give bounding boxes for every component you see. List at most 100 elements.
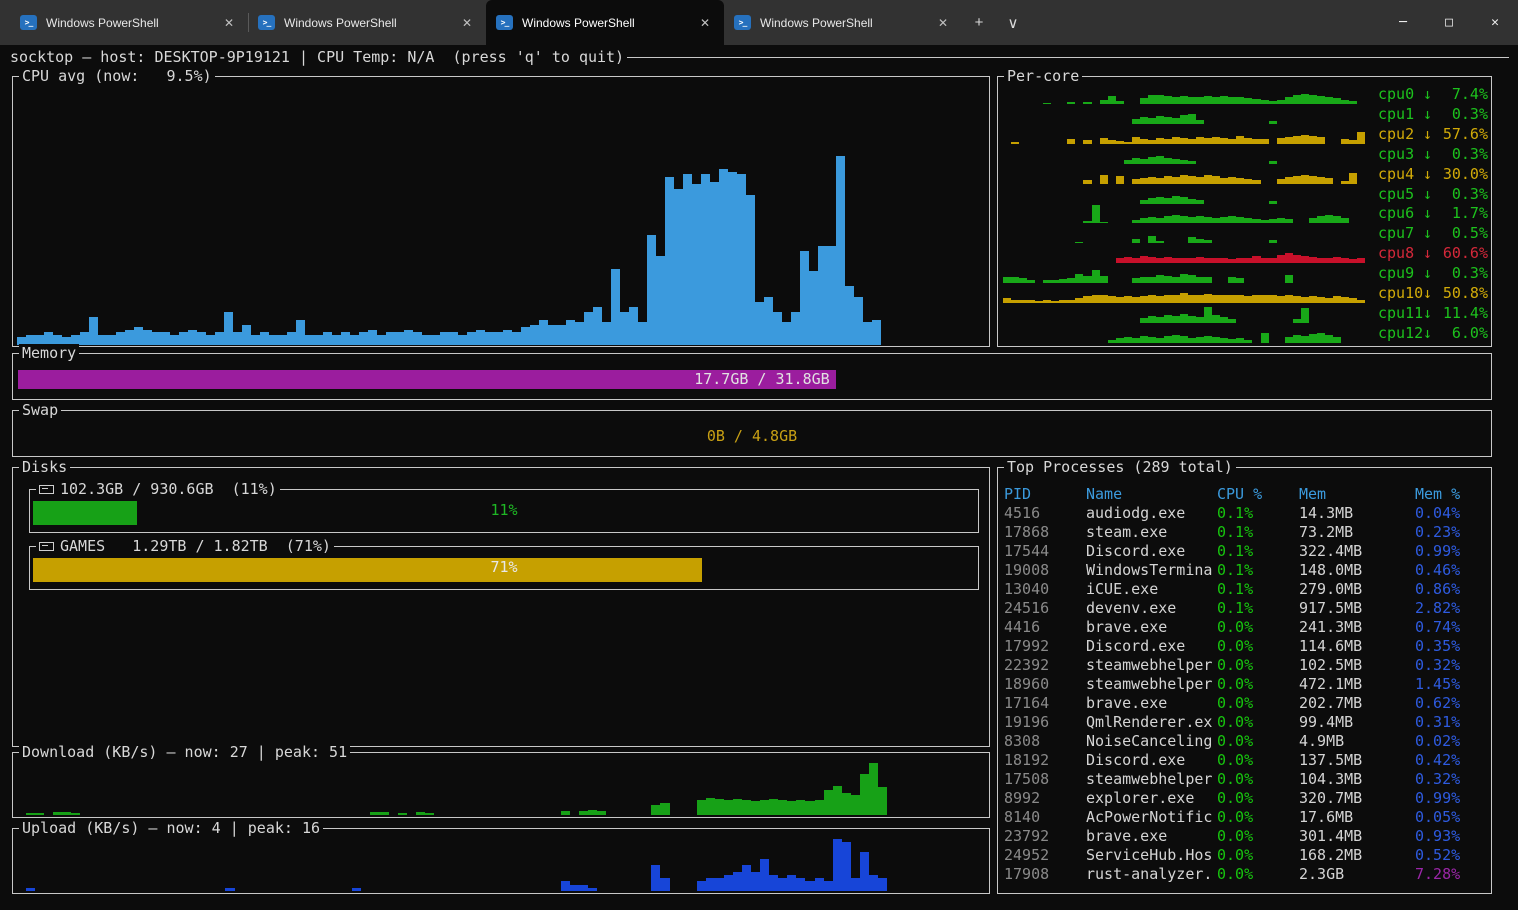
chart-bar — [566, 320, 575, 346]
col-mem-pct: Mem % — [1415, 485, 1489, 504]
cpu10-sparkline — [1003, 284, 1373, 303]
chart-bar — [1228, 295, 1236, 304]
chart-bar — [1204, 277, 1212, 283]
chart-bar — [1148, 316, 1156, 323]
tab-close-icon[interactable]: ✕ — [696, 16, 714, 30]
core-row-cpu3: cpu3↓0.3% — [1003, 145, 1488, 164]
chart-bar — [1269, 258, 1277, 263]
chart-bar — [1075, 242, 1083, 244]
chart-bar — [341, 332, 350, 345]
terminal-content[interactable]: socktop — host: DESKTOP-9P19121 | CPU Te… — [0, 45, 1518, 910]
chart-bar — [1067, 278, 1075, 283]
tab-windows-powershell[interactable]: >_Windows PowerShell✕ — [248, 0, 486, 45]
chart-bar — [1349, 140, 1357, 143]
memory-meter-fill: 17.7GB / 31.8GB — [18, 370, 836, 389]
tab-close-icon[interactable]: ✕ — [220, 16, 238, 30]
process-mem-pct: 0.74% — [1415, 618, 1489, 637]
chart-bar — [710, 182, 719, 345]
process-mem-pct: 0.93% — [1415, 827, 1489, 846]
chart-bar — [1172, 215, 1180, 224]
chart-bar — [116, 332, 125, 345]
chart-bar — [458, 335, 467, 345]
core-pct: 7.4% — [1438, 85, 1488, 104]
chart-bar — [1132, 119, 1140, 124]
chart-bar — [242, 325, 251, 345]
chart-bar — [1003, 298, 1011, 303]
chart-bar — [869, 875, 878, 891]
chart-bar — [1188, 217, 1196, 224]
chart-bar — [1180, 293, 1188, 303]
chart-bar — [1083, 140, 1091, 144]
chart-bar — [1100, 100, 1108, 104]
chart-bar — [1172, 258, 1180, 264]
chart-bar — [1140, 218, 1148, 224]
header-rule — [627, 57, 1509, 58]
trend-down-icon: ↓ — [1423, 264, 1438, 283]
core-row-cpu9: cpu9↓0.3% — [1003, 264, 1488, 283]
chart-bar — [1124, 142, 1132, 144]
process-cpu-pct: 0.1% — [1217, 599, 1299, 618]
chart-bar — [1172, 335, 1180, 343]
tab-dropdown-button[interactable]: ∨ — [996, 0, 1030, 45]
chart-bar — [824, 881, 833, 891]
core-name: cpu4 — [1378, 165, 1423, 184]
process-row: 8308NoiseCanceling0.0%4.9MB0.02% — [1000, 732, 1489, 751]
chart-bar — [1277, 255, 1285, 264]
panel-memory: Memory 17.7GB / 31.8GB — [12, 353, 1492, 400]
chart-bar — [860, 774, 869, 815]
chart-bar — [751, 872, 760, 892]
chart-bar — [1156, 178, 1164, 184]
chart-bar — [1333, 98, 1341, 104]
chart-bar — [1116, 258, 1124, 264]
chart-bar — [1252, 295, 1260, 303]
tab-windows-powershell[interactable]: >_Windows PowerShell✕ — [10, 0, 248, 45]
chart-bar — [152, 332, 161, 345]
chart-bar — [1124, 160, 1132, 164]
chart-bar — [1236, 338, 1244, 343]
process-name: explorer.exe — [1086, 789, 1217, 808]
chart-bar — [1220, 96, 1228, 104]
chart-bar — [370, 812, 379, 815]
col-cpu: CPU % — [1217, 485, 1299, 504]
chart-bar — [386, 332, 395, 345]
core-pct: 30.0% — [1438, 165, 1488, 184]
chart-bar — [1148, 95, 1156, 104]
cpu4-sparkline — [1003, 165, 1373, 184]
chart-bar — [860, 852, 869, 891]
chart-bar — [224, 312, 233, 345]
tab-close-icon[interactable]: ✕ — [934, 16, 952, 30]
new-tab-button[interactable]: + — [962, 0, 996, 45]
chart-bar — [398, 813, 407, 815]
chart-bar — [1228, 339, 1236, 343]
chart-bar — [674, 189, 683, 345]
chart-bar — [413, 332, 422, 345]
process-name: ServiceHub.Hos — [1086, 846, 1217, 865]
cpu9-label: cpu9↓0.3% — [1378, 264, 1488, 283]
chart-bar — [1244, 258, 1252, 263]
process-row: 17992Discord.exe0.0%114.6MB0.35% — [1000, 637, 1489, 656]
chart-bar — [1140, 277, 1148, 284]
chart-bar — [1357, 300, 1365, 303]
chart-bar — [1277, 100, 1285, 104]
chart-bar — [1325, 298, 1333, 303]
minimize-button[interactable]: ─ — [1380, 0, 1426, 45]
process-mem-pct: 0.02% — [1415, 732, 1489, 751]
tab-close-icon[interactable]: ✕ — [458, 16, 476, 30]
chart-bar — [548, 325, 557, 345]
chart-bar — [1116, 338, 1124, 343]
tab-windows-powershell[interactable]: >_Windows PowerShell✕ — [724, 0, 962, 45]
chart-bar — [1333, 337, 1341, 343]
close-button[interactable]: ✕ — [1472, 0, 1518, 45]
chart-bar — [760, 800, 769, 815]
chart-bar — [1027, 280, 1035, 283]
maximize-button[interactable]: □ — [1426, 0, 1472, 45]
chart-bar — [588, 888, 597, 891]
chart-bar — [503, 330, 512, 345]
chart-bar — [1301, 135, 1309, 144]
chart-bar — [1196, 337, 1204, 343]
chart-bar — [1293, 335, 1301, 343]
chart-bar — [1317, 177, 1325, 184]
chart-bar — [719, 169, 728, 345]
drive-icon — [39, 485, 54, 494]
tab-windows-powershell[interactable]: >_Windows PowerShell✕ — [486, 0, 724, 45]
